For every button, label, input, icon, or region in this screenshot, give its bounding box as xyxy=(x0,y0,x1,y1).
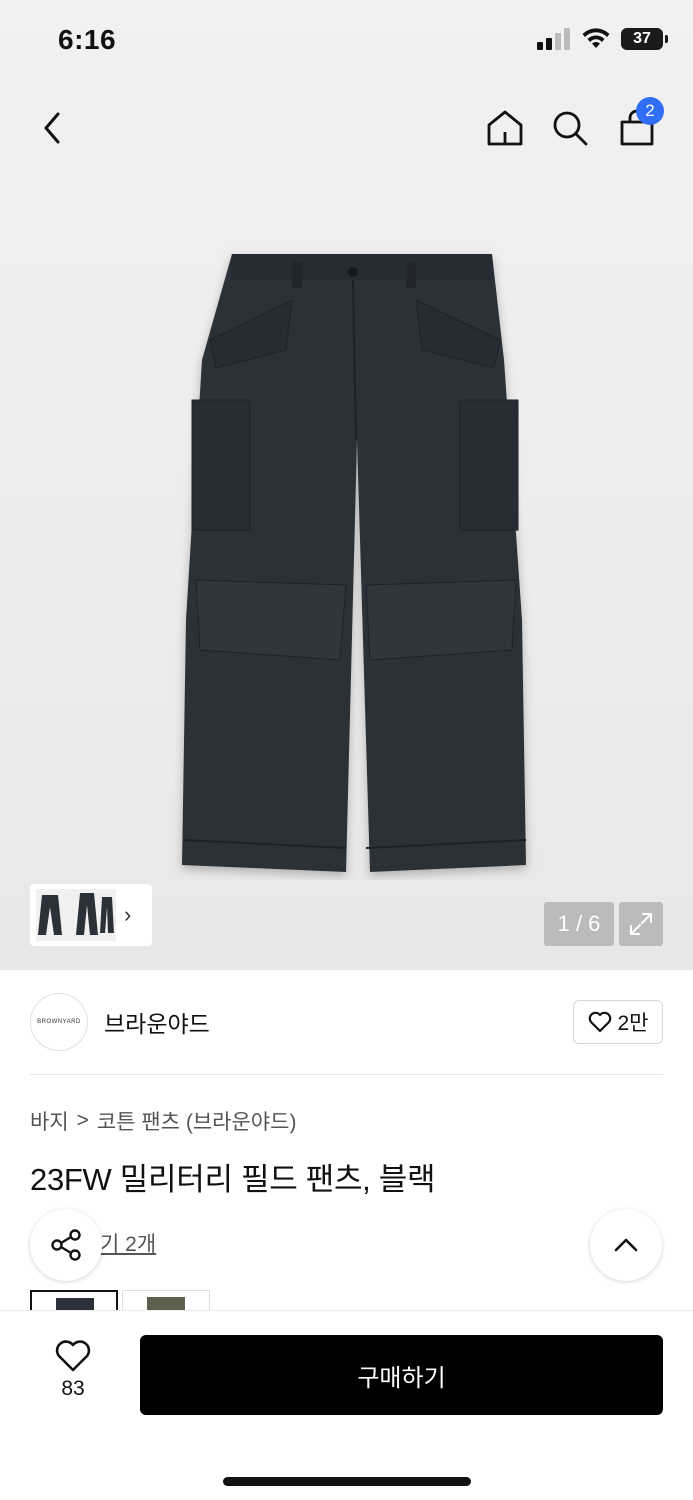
divider xyxy=(30,1074,663,1075)
thumbnail-image xyxy=(36,889,116,941)
pants-image xyxy=(182,254,527,872)
search-icon xyxy=(553,111,588,146)
status-bar: 6:16 37 xyxy=(0,0,693,84)
product-title: 23FW 밀리터리 필드 팬츠, 블랙 xyxy=(30,1162,436,1197)
brand-name[interactable]: 브라운야드 xyxy=(104,1005,210,1039)
battery-level: 37 xyxy=(633,30,651,47)
brand-row[interactable]: BROWNYARD 브라운야드 2만 xyxy=(30,992,663,1052)
back-icon xyxy=(44,112,60,144)
swatch-image xyxy=(147,1297,185,1311)
share-icon xyxy=(51,1229,81,1261)
cart-button[interactable]: 2 xyxy=(612,97,664,153)
home-indicator xyxy=(223,1477,471,1486)
expand-button[interactable] xyxy=(619,902,663,946)
chevron-up-icon xyxy=(614,1238,638,1252)
product-hero: 6:16 37 2 › 1 / 6 xyxy=(0,0,693,970)
search-button[interactable] xyxy=(545,103,595,153)
signal-icon xyxy=(537,28,570,50)
breadcrumb-separator: > xyxy=(76,1109,89,1132)
cart-count-badge: 2 xyxy=(636,97,664,125)
brand-like-button[interactable]: 2만 xyxy=(573,1000,663,1044)
top-nav: 2 xyxy=(0,95,693,165)
thumbnail-pants xyxy=(38,893,114,935)
breadcrumb-category[interactable]: 바지 xyxy=(30,1106,69,1136)
status-icons: 37 xyxy=(537,28,668,50)
review-link[interactable]: 기 2개 xyxy=(100,1228,156,1258)
color-option-khaki[interactable] xyxy=(122,1290,210,1312)
brand-logo[interactable]: BROWNYARD xyxy=(30,993,88,1051)
status-time: 6:16 xyxy=(58,24,117,55)
color-option-black[interactable] xyxy=(30,1290,118,1312)
battery-indicator: 37 xyxy=(621,28,668,50)
swatch-image xyxy=(56,1298,94,1310)
home-icon xyxy=(487,110,523,146)
breadcrumb: 바지 > 코튼 팬츠 (브라운야드) xyxy=(30,1106,296,1136)
heart-icon xyxy=(588,1011,611,1033)
image-counter: 1 / 6 xyxy=(544,902,614,946)
gallery-thumbnail-strip[interactable]: › xyxy=(30,884,152,946)
expand-icon xyxy=(630,913,652,935)
heart-icon xyxy=(55,1340,91,1372)
product-image[interactable] xyxy=(170,240,540,880)
buy-button[interactable]: 구매하기 xyxy=(140,1335,663,1415)
scroll-top-button[interactable] xyxy=(590,1209,662,1281)
breadcrumb-subcategory[interactable]: 코튼 팬츠 (브라운야드) xyxy=(97,1106,297,1136)
back-button[interactable] xyxy=(28,103,78,153)
wishlist-count: 83 xyxy=(61,1377,85,1400)
chevron-right-icon: › xyxy=(124,902,132,927)
bottom-action-bar: 83 구매하기 xyxy=(0,1310,693,1500)
brand-like-count: 2만 xyxy=(617,1012,649,1035)
home-button[interactable] xyxy=(480,103,530,153)
share-button[interactable] xyxy=(30,1209,102,1281)
wishlist-button[interactable]: 83 xyxy=(43,1339,103,1419)
wifi-icon xyxy=(582,28,610,48)
